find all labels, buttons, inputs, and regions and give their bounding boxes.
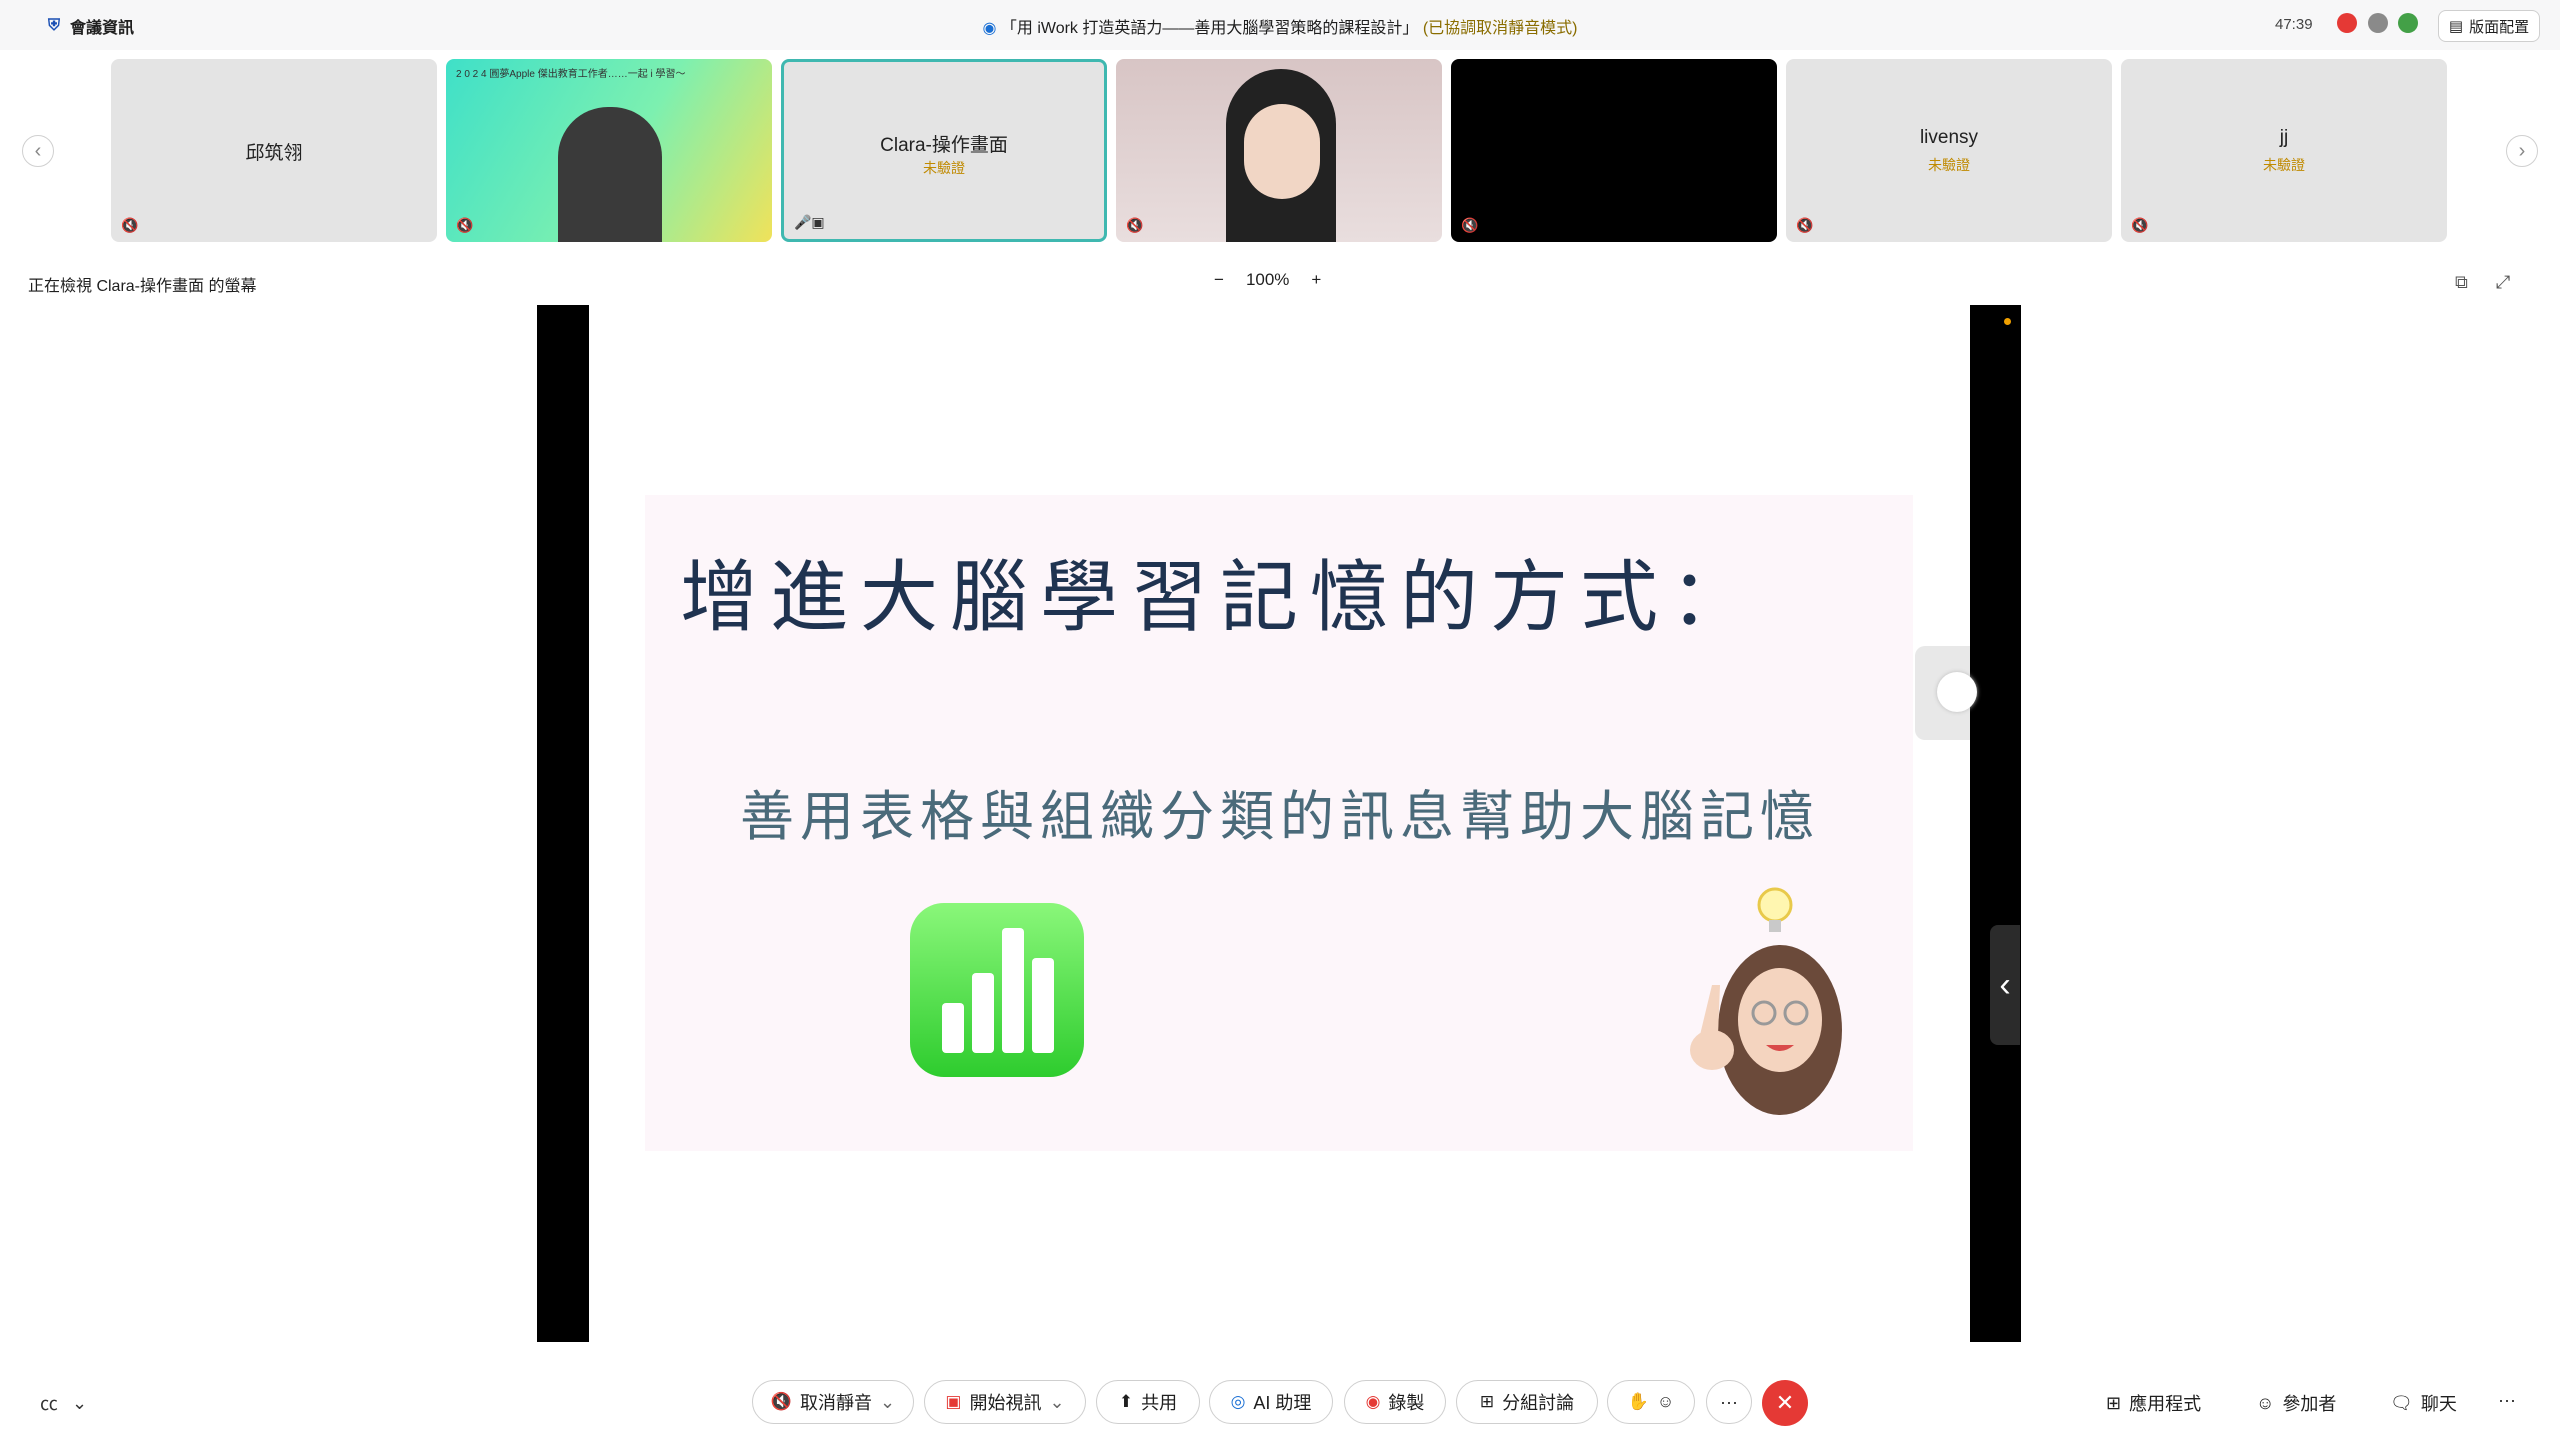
chevron-left-icon: ‹ bbox=[34, 139, 42, 162]
layout-icon: ▤ bbox=[2448, 18, 2464, 35]
breakout-button[interactable]: ⊞ 分組討論 bbox=[1456, 1380, 1598, 1424]
participant-tile[interactable]: livensy 未驗證 🔇 bbox=[1786, 59, 2112, 242]
ai-assistant-button[interactable]: ◎ AI 助理 bbox=[1209, 1380, 1333, 1424]
record-button[interactable]: ◉ 錄製 bbox=[1344, 1380, 1446, 1424]
chevron-left-icon: ‹ bbox=[1999, 965, 2011, 1004]
share-icon: ⬆ bbox=[1118, 1392, 1134, 1411]
participant-tile-active[interactable]: Clara-操作畫面 未驗證 🎤▣ bbox=[781, 59, 1107, 242]
chat-icon: 🗨 bbox=[2390, 1392, 2413, 1413]
meeting-title: ◉ 「用 iWork 打造英語力——善用大腦學習策略的課程設計」 (已協調取消靜… bbox=[982, 20, 1578, 37]
zoom-in-button[interactable]: + bbox=[1311, 270, 1321, 290]
next-page-arrow[interactable]: › bbox=[2506, 135, 2538, 167]
captions-button[interactable]: ㏄ ⌄ bbox=[40, 1390, 87, 1416]
chevron-down-icon: ⌄ bbox=[880, 1391, 896, 1412]
mic-muted-icon: 🔇 bbox=[1796, 217, 1814, 233]
previous-page-arrow[interactable]: ‹ bbox=[22, 135, 54, 167]
viewing-label: 正在檢視 Clara-操作畫面 的螢幕 bbox=[28, 278, 257, 295]
apps-button[interactable]: ⊞ 應用程式 bbox=[2106, 1390, 2201, 1416]
video-off-icon: ▣ bbox=[945, 1392, 962, 1411]
more-panels-button[interactable]: ··· bbox=[2498, 1390, 2516, 1411]
zoom-out-button[interactable]: − bbox=[1214, 270, 1224, 290]
start-video-button[interactable]: ▣ 開始視訊 ⌄ bbox=[924, 1380, 1086, 1424]
screen-controls: ⧉ ⤢ bbox=[2455, 272, 2510, 293]
mic-muted-icon: 🔇 bbox=[456, 217, 474, 233]
reactions-button[interactable]: ✋ ☺ bbox=[1607, 1380, 1695, 1424]
more-options-button[interactable]: ··· bbox=[1706, 1380, 1752, 1424]
numbers-app-icon bbox=[910, 903, 1084, 1077]
recording-status-icon[interactable] bbox=[2337, 13, 2357, 33]
apps-icon: ⊞ bbox=[2106, 1392, 2122, 1413]
record-icon: ◉ bbox=[1365, 1392, 1381, 1411]
unmute-button[interactable]: 🔇 取消靜音 ⌄ bbox=[752, 1380, 914, 1424]
indicator-dot bbox=[2004, 318, 2011, 325]
memoji-image bbox=[1680, 885, 1860, 1125]
person-icon: ☺ bbox=[2256, 1392, 2275, 1413]
assistive-touch-button[interactable] bbox=[1937, 672, 1977, 712]
fullscreen-icon[interactable]: ⤢ bbox=[2496, 272, 2510, 293]
emoji-icon: ☺ bbox=[1656, 1392, 1675, 1411]
chat-button[interactable]: 🗨 聊天 bbox=[2390, 1390, 2457, 1416]
slide-title: 增進大腦學習記憶的方式： bbox=[680, 553, 1761, 643]
participants-button[interactable]: ☺ 參加者 bbox=[2256, 1390, 2336, 1416]
mic-muted-icon: 🔇 bbox=[770, 1392, 793, 1411]
slide-subtitle: 善用表格與組織分類的訊息幫助大腦記憶 bbox=[740, 785, 1820, 848]
zoom-controls: − 100% + bbox=[1214, 270, 1321, 290]
chevron-down-icon: ⌄ bbox=[1049, 1391, 1065, 1412]
mic-icon: 🎤▣ bbox=[794, 214, 825, 230]
participant-video-banner: 2 0 2 4 圓夢Apple 傑出教育工作者……一起 i 學習～ bbox=[456, 69, 686, 80]
raise-hand-icon: ✋ bbox=[1627, 1392, 1649, 1411]
zoom-level: 100% bbox=[1245, 270, 1290, 289]
webex-logo-icon: ◉ bbox=[982, 20, 997, 37]
collapse-panel-handle[interactable]: ‹ bbox=[1990, 925, 2020, 1045]
chevron-down-icon: ⌄ bbox=[72, 1392, 88, 1413]
end-call-button[interactable]: ✕ bbox=[1762, 1380, 1808, 1426]
participant-tile[interactable]: 2 0 2 4 圓夢Apple 傑出教育工作者……一起 i 學習～ 🔇 bbox=[446, 59, 772, 242]
share-button[interactable]: ⬆ 共用 bbox=[1096, 1380, 1200, 1424]
close-icon: ✕ bbox=[1775, 1390, 1795, 1415]
pop-out-icon[interactable]: ⧉ bbox=[2455, 272, 2468, 293]
speaker-muted-icon: 🔇 bbox=[1461, 217, 1479, 233]
audio-status-icon[interactable] bbox=[2368, 13, 2388, 33]
meeting-timer: 47:39 bbox=[2275, 16, 2313, 33]
participant-tile[interactable]: 🔇 bbox=[1451, 59, 1777, 242]
participant-tile[interactable]: jj 未驗證 🔇 bbox=[2121, 59, 2447, 242]
mic-muted-icon: 🔇 bbox=[2131, 217, 2149, 233]
chevron-right-icon: › bbox=[2518, 139, 2526, 162]
participant-tile[interactable]: 邱筑翎 🔇 bbox=[111, 59, 437, 242]
participant-video bbox=[558, 107, 662, 242]
ai-assistant-icon: ◎ bbox=[1230, 1392, 1246, 1411]
mic-muted-icon: 🔇 bbox=[1126, 217, 1144, 233]
grid-icon: ⊞ bbox=[1479, 1392, 1495, 1411]
closed-captions-icon: ㏄ bbox=[40, 1394, 58, 1414]
mic-muted-icon: 🔇 bbox=[121, 217, 139, 233]
network-status-icon[interactable] bbox=[2398, 13, 2418, 33]
layout-button[interactable]: ▤ 版面配置 bbox=[2438, 10, 2540, 42]
participant-tile[interactable]: 🔇 bbox=[1116, 59, 1442, 242]
